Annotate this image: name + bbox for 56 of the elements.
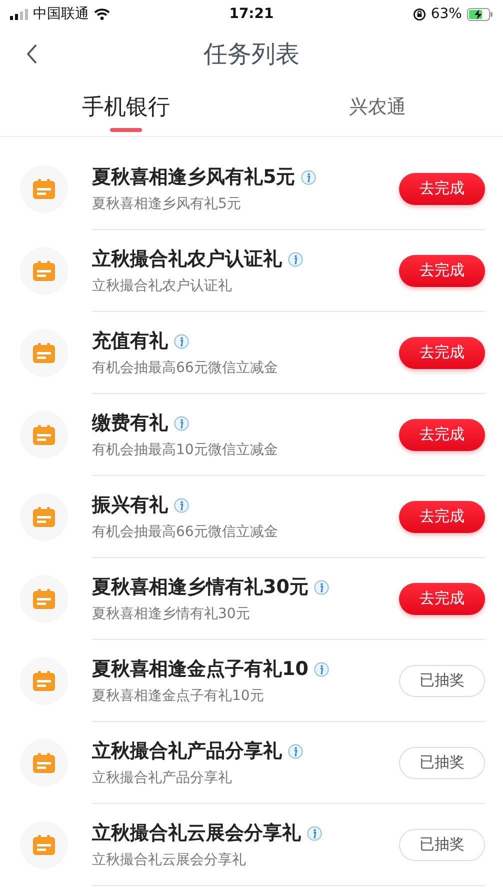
calendar-icon bbox=[33, 261, 55, 281]
wifi-icon bbox=[94, 8, 110, 20]
complete-button[interactable]: 去完成 bbox=[399, 172, 485, 204]
task-description: 立秋撮合礼农户认证礼 bbox=[92, 277, 233, 295]
task-title: 立秋撮合礼产品分享礼 bbox=[92, 739, 282, 764]
calendar-icon bbox=[33, 835, 55, 855]
task-description: 夏秋喜相逢乡情有礼30元 bbox=[92, 605, 251, 623]
task-title: 立秋撮合礼云展会分享礼 bbox=[92, 821, 301, 846]
task-description: 夏秋喜相逢金点子有礼10元 bbox=[92, 687, 265, 705]
info-icon[interactable] bbox=[174, 416, 189, 430]
calendar-icon bbox=[33, 425, 55, 445]
signal-icon bbox=[10, 8, 28, 20]
calendar-icon bbox=[33, 507, 55, 527]
tab[interactable]: 手机银行 bbox=[0, 80, 252, 136]
complete-button[interactable]: 去完成 bbox=[399, 500, 485, 532]
complete-button[interactable]: 去完成 bbox=[399, 582, 485, 614]
complete-button[interactable]: 去完成 bbox=[399, 336, 485, 368]
calendar-icon bbox=[33, 671, 55, 691]
complete-button[interactable]: 去完成 bbox=[399, 254, 485, 286]
clock-time: 17:21 bbox=[229, 6, 274, 22]
battery-charging-icon bbox=[466, 8, 493, 20]
info-icon[interactable] bbox=[288, 252, 303, 266]
page-title: 任务列表 bbox=[204, 39, 300, 70]
task-description: 有机会抽最高10元微信立减金 bbox=[92, 441, 279, 459]
task-title: 夏秋喜相逢金点子有礼10 bbox=[92, 657, 308, 682]
info-icon[interactable] bbox=[301, 170, 316, 184]
status-button[interactable]: 已抽奖 bbox=[399, 746, 485, 778]
task-title: 缴费有礼 bbox=[92, 411, 168, 436]
info-icon[interactable] bbox=[314, 580, 330, 594]
carrier-name: 中国联通 bbox=[33, 5, 89, 23]
task-description: 立秋撮合礼云展会分享礼 bbox=[92, 851, 247, 869]
calendar-icon bbox=[33, 753, 55, 773]
battery-percent: 63% bbox=[430, 6, 462, 22]
info-icon[interactable] bbox=[174, 334, 189, 348]
task-title: 立秋撮合礼农户认证礼 bbox=[92, 247, 282, 272]
back-icon bbox=[26, 44, 38, 64]
task-description: 立秋撮合礼产品分享礼 bbox=[92, 769, 233, 787]
info-icon[interactable] bbox=[314, 662, 330, 676]
info-icon[interactable] bbox=[174, 498, 189, 512]
status-button[interactable]: 已抽奖 bbox=[399, 664, 485, 696]
tab[interactable]: 兴农通 bbox=[252, 80, 503, 136]
complete-button[interactable]: 去完成 bbox=[399, 418, 485, 450]
calendar-icon bbox=[33, 343, 55, 363]
task-description: 有机会抽最高66元微信立减金 bbox=[92, 359, 279, 377]
task-description: 夏秋喜相逢乡风有礼5元 bbox=[92, 195, 242, 213]
task-title: 振兴有礼 bbox=[92, 493, 168, 518]
task-description: 有机会抽最高66元微信立减金 bbox=[92, 523, 279, 541]
rotation-lock-icon bbox=[412, 8, 426, 20]
status-button[interactable]: 已抽奖 bbox=[399, 828, 485, 860]
task-title: 夏秋喜相逢乡风有礼5元 bbox=[92, 165, 296, 190]
task-title: 夏秋喜相逢乡情有礼30元 bbox=[92, 575, 308, 600]
calendar-icon bbox=[33, 179, 55, 199]
task-title: 充值有礼 bbox=[92, 329, 168, 354]
info-icon[interactable] bbox=[307, 826, 322, 840]
info-icon[interactable] bbox=[288, 744, 303, 758]
calendar-icon bbox=[33, 589, 55, 609]
